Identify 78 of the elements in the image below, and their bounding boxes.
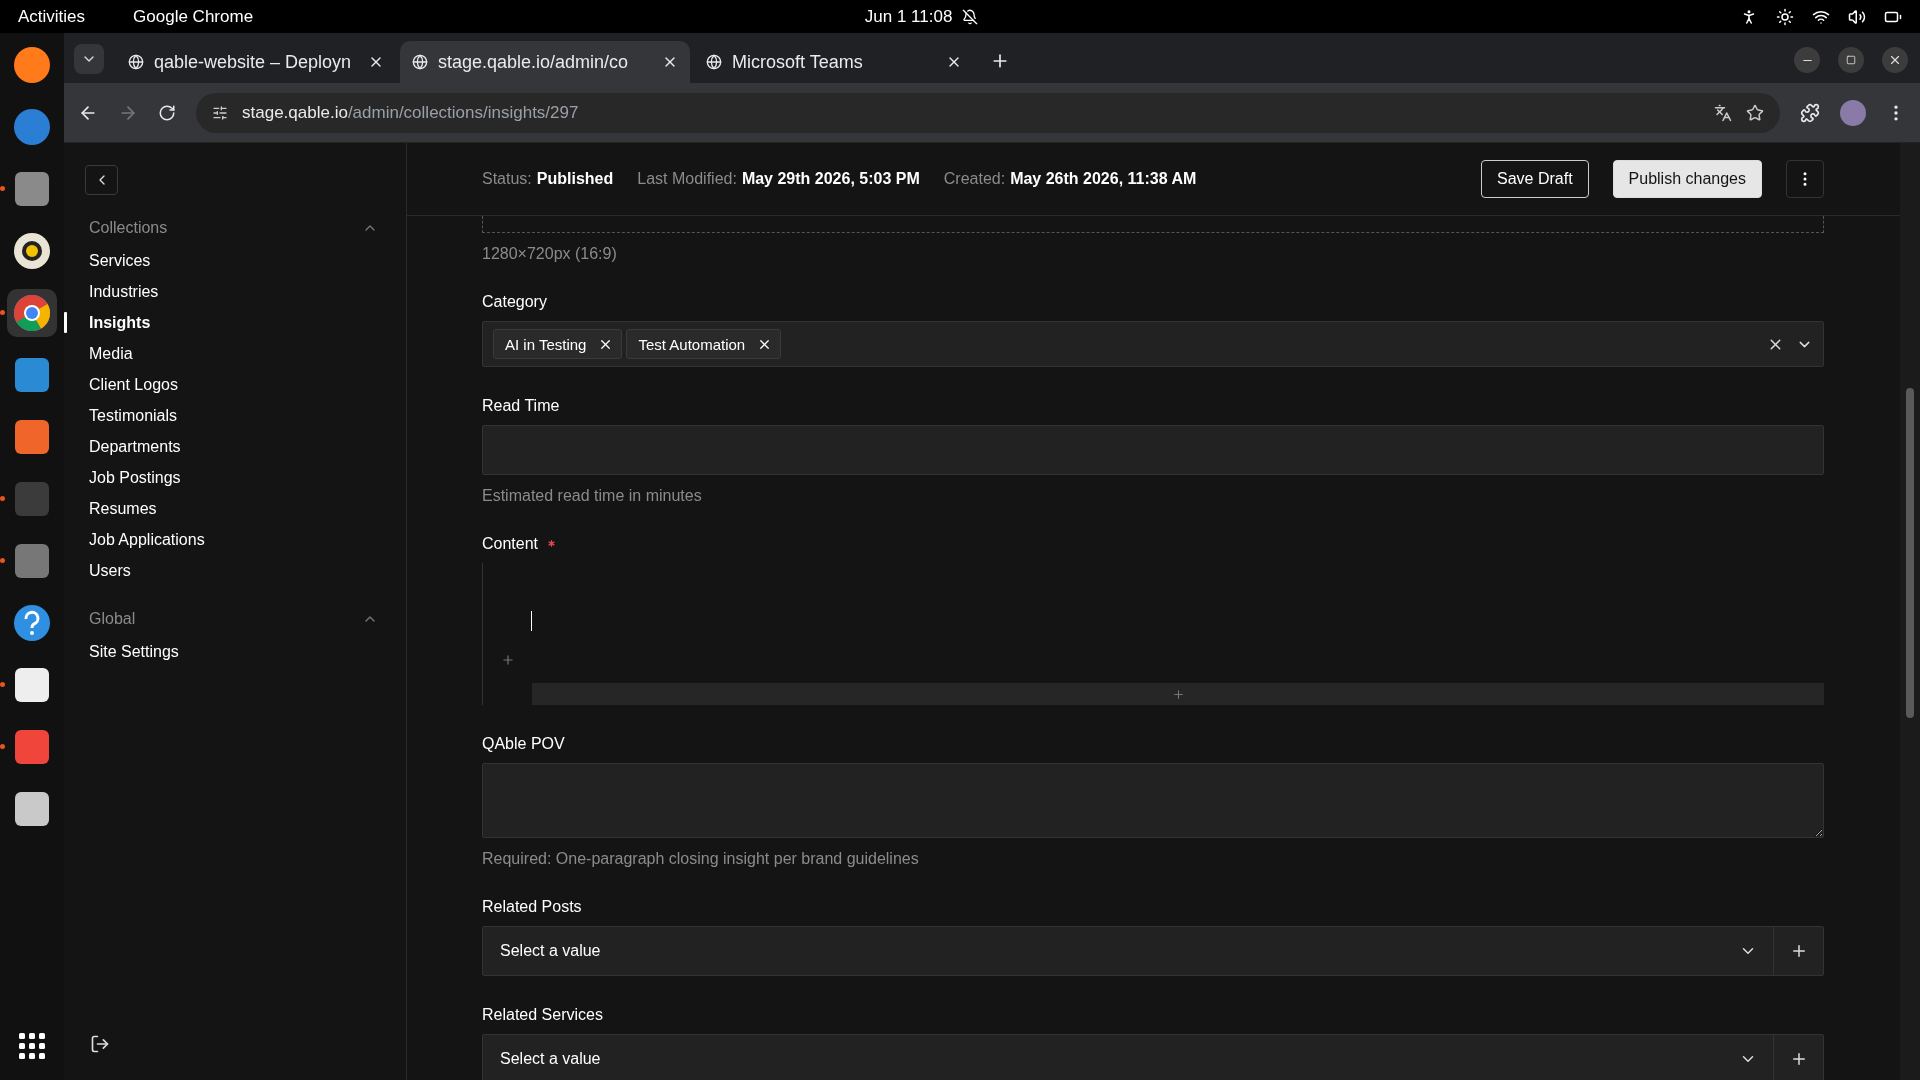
app-icon[interactable] <box>13 666 51 704</box>
nav-item[interactable]: Job Applications <box>64 524 406 555</box>
meta-value: May 29th 2026, 5:03 PM <box>741 170 920 188</box>
nav-item[interactable]: Site Settings <box>64 636 406 667</box>
browser-tab[interactable]: Microsoft Teams <box>694 41 974 83</box>
help-icon[interactable] <box>13 604 51 642</box>
tab-search-button[interactable] <box>74 44 104 74</box>
bookmark-star-icon[interactable] <box>1746 103 1764 122</box>
close-button[interactable] <box>1882 47 1908 73</box>
field-label: Content <box>482 535 539 553</box>
plus-icon[interactable] <box>1171 687 1185 701</box>
meta-value: Published <box>536 170 614 188</box>
multi-select-field[interactable]: AI in Testing Test Automation <box>482 321 1824 367</box>
select-field[interactable]: Select a value <box>482 1034 1824 1080</box>
tag-label: Test Automation <box>638 335 746 353</box>
clock[interactable]: Jun 1 11:08 <box>864 6 953 27</box>
field-label: Related Posts <box>482 898 582 916</box>
publish-button[interactable]: Publish changes <box>1612 160 1762 198</box>
scrollbar-track[interactable] <box>1900 143 1920 1080</box>
volume-icon[interactable] <box>1848 7 1866 26</box>
field-hint: Required: One-paragraph closing insight per brand guidelines <box>482 850 920 868</box>
brightness-icon[interactable] <box>1776 7 1794 26</box>
text-input-field[interactable] <box>482 425 1824 475</box>
field-label: Related Services <box>482 1006 603 1024</box>
meta-label: Last Modified: <box>637 170 737 188</box>
profile-avatar[interactable] <box>1840 99 1866 126</box>
app-grid-icon[interactable] <box>18 1032 46 1060</box>
app-menu[interactable]: Google Chrome <box>133 6 254 27</box>
app-icon[interactable] <box>13 294 51 332</box>
nav-item[interactable]: Departments <box>64 431 406 462</box>
app-icon[interactable] <box>13 790 51 828</box>
scrollbar-thumb[interactable] <box>1906 388 1914 718</box>
textarea-field[interactable] <box>482 763 1824 838</box>
browser-tab[interactable]: qable-website – Deployn <box>116 41 396 83</box>
nav-item[interactable]: Services <box>64 245 406 276</box>
nav-item[interactable]: Job Postings <box>64 462 406 493</box>
notifications-off-icon <box>962 8 979 25</box>
address-bar[interactable]: stage.qable.io/admin/collections/insights/297 <box>196 92 1780 133</box>
meta-label: Status: <box>482 170 532 188</box>
reload-icon[interactable] <box>158 103 176 122</box>
logout-icon[interactable] <box>90 1034 110 1054</box>
nav-item[interactable]: Industries <box>64 276 406 307</box>
site-settings-icon[interactable] <box>212 104 228 121</box>
nav-item[interactable]: Resumes <box>64 493 406 524</box>
field-label: QAble POV <box>482 735 565 753</box>
restore-icon[interactable] <box>1846 55 1856 65</box>
globe-icon <box>128 54 144 70</box>
translate-icon[interactable] <box>1714 103 1732 122</box>
nav-group-title: Global <box>89 610 136 628</box>
save-draft-button[interactable]: Save Draft <box>1481 160 1589 198</box>
app-icon[interactable] <box>13 418 51 456</box>
text-cursor <box>531 611 532 631</box>
collapse-sidebar-button[interactable] <box>85 165 118 195</box>
nav-item[interactable]: Client Logos <box>64 369 406 400</box>
nav-group-title: Collections <box>89 219 168 237</box>
tag-label: AI in Testing <box>505 335 587 353</box>
app-icon[interactable] <box>13 46 51 84</box>
close-icon[interactable] <box>1888 53 1902 67</box>
meta-value: May 26th 2026, 11:38 AM <box>1010 170 1197 188</box>
field-label: Category <box>482 293 547 311</box>
globe-icon <box>706 54 722 70</box>
restore-button[interactable] <box>1838 47 1864 73</box>
activities-button[interactable]: Activities <box>18 6 86 27</box>
meta-label: Created: <box>943 170 1006 188</box>
browser-tab[interactable]: stage.qable.io/admin/co <box>400 41 690 83</box>
extensions-icon[interactable] <box>1800 102 1820 123</box>
globe-icon <box>412 54 428 70</box>
app-icon[interactable] <box>13 232 51 270</box>
nav-item[interactable]: Users <box>64 555 406 586</box>
image-upload-field[interactable] <box>482 216 1824 233</box>
nav-item[interactable]: Media <box>64 338 406 369</box>
field-hint: Estimated read time in minutes <box>482 487 703 505</box>
select-field[interactable]: Select a value <box>482 926 1824 976</box>
field-label: Read Time <box>482 397 560 415</box>
field-hint: 1280×720px (16:9) <box>482 245 618 263</box>
selected-indicator <box>64 312 67 333</box>
nav-item[interactable]: Testimonials <box>64 400 406 431</box>
nav-item[interactable]: Insights <box>64 307 406 338</box>
